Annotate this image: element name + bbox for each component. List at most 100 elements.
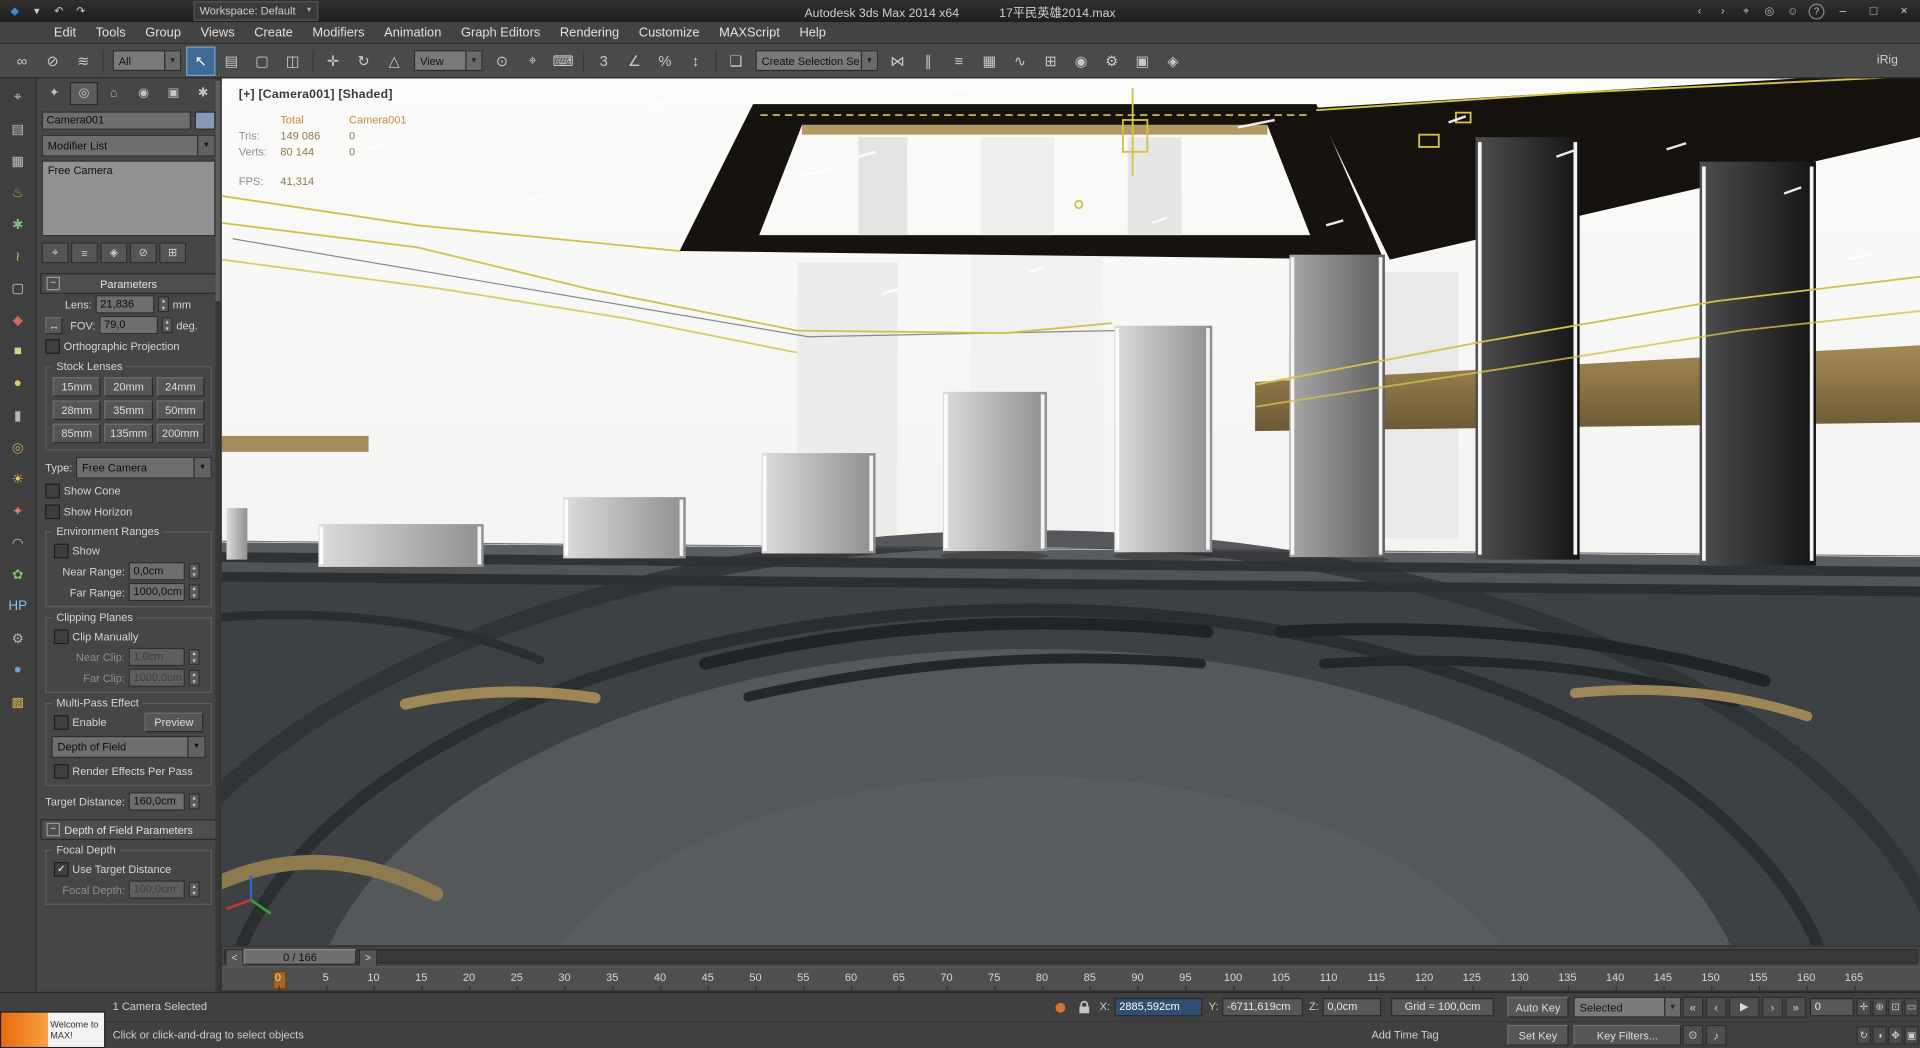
communication-center-icon[interactable]: ◎ — [1760, 2, 1780, 19]
strip-display-icon[interactable]: ▤ — [7, 118, 29, 140]
selection-set-dropdown[interactable]: Selected ▼ — [1573, 996, 1682, 1018]
curve-editor-icon[interactable]: ∿ — [1005, 46, 1034, 75]
mirror-icon[interactable]: ⋈ — [883, 46, 912, 75]
render-setup-icon[interactable]: ⚙ — [1097, 46, 1126, 75]
strip-node-icon[interactable]: ◆ — [7, 309, 29, 331]
fov-spinner[interactable]: ▲ ▼ — [161, 317, 173, 334]
stock-lens-15mm[interactable]: 15mm — [52, 377, 101, 397]
stock-lens-135mm[interactable]: 135mm — [104, 423, 153, 444]
strip-ground-icon[interactable]: ▩ — [7, 691, 29, 713]
infocenter-back-icon[interactable]: ‹ — [1690, 2, 1710, 19]
key-filters-button[interactable]: Key Filters... — [1573, 1024, 1682, 1046]
selection-filter-dropdown[interactable]: All ▼ — [112, 50, 182, 72]
add-time-tag[interactable]: Add Time Tag — [1371, 1022, 1438, 1048]
dof-rollout-header[interactable]: − Depth of Field Parameters — [40, 819, 217, 841]
previous-frame-arrow[interactable]: < — [225, 948, 244, 968]
modifier-stack[interactable]: Free Camera — [41, 160, 216, 237]
graphite-ribbon-icon[interactable]: ▦ — [975, 46, 1004, 75]
app-logo-icon[interactable]: ◆ — [5, 2, 25, 19]
configure-modifier-sets-icon[interactable]: ⊞ — [159, 242, 187, 264]
strip-gear-icon[interactable]: ⚙ — [7, 627, 29, 649]
render-effects-checkbox[interactable] — [53, 763, 69, 779]
strip-select-icon[interactable]: ⌖ — [7, 86, 29, 108]
near-range-field[interactable]: 0,0cm — [128, 562, 185, 581]
maxscript-mini-listener[interactable]: Welcome to MAX! — [0, 1011, 106, 1048]
viewport[interactable]: [+] [Camera001] [Shaded] Total Camera001… — [220, 77, 1920, 947]
pan-view-icon[interactable]: ✛ — [1856, 997, 1872, 1017]
strip-flower-icon[interactable]: ✿ — [7, 563, 29, 585]
strip-star-icon[interactable]: ✦ — [7, 500, 29, 522]
unlink-selection-icon[interactable]: ⊘ — [38, 46, 67, 75]
strip-helper-icon[interactable]: ▢ — [7, 277, 29, 299]
stock-lens-85mm[interactable]: 85mm — [52, 423, 101, 444]
walk-through-icon[interactable]: ✥ — [1888, 1026, 1903, 1045]
object-name-field[interactable]: Camera001 — [41, 111, 192, 130]
next-frame-button[interactable]: › — [1762, 996, 1783, 1018]
angle-snap-icon[interactable]: ∠ — [620, 46, 649, 75]
tab-hierarchy[interactable]: ⌂ — [100, 82, 127, 105]
stock-lens-20mm[interactable]: 20mm — [104, 377, 153, 397]
window-crossing-icon[interactable]: ◫ — [278, 46, 307, 75]
strip-sun-icon[interactable]: ☀ — [7, 468, 29, 490]
preview-button[interactable]: Preview — [144, 712, 204, 733]
time-slider-handle[interactable]: 0 / 166 — [243, 948, 357, 965]
named-selection-dropdown[interactable]: Create Selection Se ▼ — [755, 50, 878, 72]
workspace-dropdown[interactable]: Workspace: Default ▼ — [193, 1, 319, 21]
strip-box-icon[interactable]: ■ — [7, 340, 29, 362]
stock-lens-28mm[interactable]: 28mm — [52, 400, 101, 421]
env-show-checkbox[interactable] — [53, 543, 69, 558]
remove-modifier-icon[interactable]: ⊘ — [129, 242, 157, 264]
irig-toolbar-button[interactable]: iRig — [1877, 54, 1898, 67]
field-of-view-icon[interactable]: ◑ — [1872, 1026, 1887, 1045]
selection-region-icon[interactable]: ▢ — [247, 46, 276, 75]
lens-field[interactable]: 21,836 — [95, 295, 155, 314]
tab-create[interactable]: ✦ — [40, 82, 67, 105]
use-pivot-point-center-icon[interactable]: ⊙ — [487, 46, 516, 75]
zoom-icon[interactable]: ⊕ — [1872, 997, 1887, 1017]
select-object-icon[interactable]: ↖ — [186, 45, 216, 76]
strip-spray-icon[interactable]: ✱ — [7, 213, 29, 235]
menu-edit[interactable]: Edit — [44, 22, 86, 43]
help-icon[interactable]: ? — [1808, 3, 1825, 19]
z-coordinate-field[interactable]: 0,0cm — [1322, 997, 1382, 1017]
use-target-distance-checkbox[interactable]: ✓ — [53, 861, 69, 877]
lens-spinner[interactable]: ▲ ▼ — [157, 296, 169, 313]
auto-key-button[interactable]: Auto Key — [1507, 996, 1569, 1018]
undo-icon[interactable]: ↶ — [49, 2, 69, 19]
show-cone-checkbox[interactable] — [45, 483, 61, 498]
zoom-region-icon[interactable]: ▭ — [1904, 997, 1919, 1017]
tab-motion[interactable]: ◉ — [130, 82, 157, 105]
viewport-canvas[interactable] — [221, 78, 1920, 946]
panel-scrollbar[interactable] — [215, 78, 221, 992]
isolate-selection-toggle[interactable] — [1055, 1002, 1066, 1013]
sound-toggle-icon[interactable]: ♪ — [1705, 1024, 1727, 1046]
menu-group[interactable]: Group — [135, 22, 190, 43]
current-frame-field[interactable]: 0 — [1809, 997, 1854, 1017]
tab-modify[interactable]: ◎ — [70, 82, 98, 106]
select-and-link-icon[interactable]: ∞ — [7, 46, 36, 75]
redo-icon[interactable]: ↷ — [71, 2, 91, 19]
far-range-field[interactable]: 1000,0cm — [128, 582, 185, 602]
infocenter-forward-icon[interactable]: › — [1713, 2, 1733, 19]
layer-manager-icon[interactable]: ≡ — [944, 46, 973, 75]
spinner-snap-icon[interactable]: ↕ — [681, 46, 710, 75]
viewport-label-menus[interactable]: [+] [Camera001] [Shaded] — [239, 88, 393, 101]
menu-help[interactable]: Help — [790, 22, 836, 43]
menu-maxscript[interactable]: MAXScript — [709, 22, 789, 43]
strip-ball-icon[interactable]: ● — [7, 659, 29, 681]
snaps-toggle-icon[interactable]: 3 — [589, 46, 618, 75]
y-coordinate-field[interactable]: -6711,619cm — [1222, 997, 1303, 1017]
reference-coordinate-dropdown[interactable]: View ▼ — [413, 50, 483, 72]
menu-graph-editors[interactable]: Graph Editors — [451, 22, 550, 43]
strip-bone-icon[interactable]: ≀ — [7, 245, 29, 267]
strip-hp-icon[interactable]: HP — [7, 595, 29, 617]
tab-display[interactable]: ▣ — [160, 82, 187, 105]
sign-in-icon[interactable]: ☺ — [1783, 2, 1803, 19]
fov-direction-flyout[interactable]: ↔ — [45, 316, 63, 334]
menu-modifiers[interactable]: Modifiers — [303, 22, 375, 43]
select-by-name-icon[interactable]: ▤ — [217, 46, 246, 75]
x-coordinate-field[interactable]: 2885,592cm — [1114, 997, 1203, 1017]
set-key-button[interactable]: Set Key — [1507, 1024, 1569, 1046]
select-and-scale-icon[interactable]: △ — [380, 46, 409, 75]
strip-sphere-icon[interactable]: ● — [7, 372, 29, 394]
